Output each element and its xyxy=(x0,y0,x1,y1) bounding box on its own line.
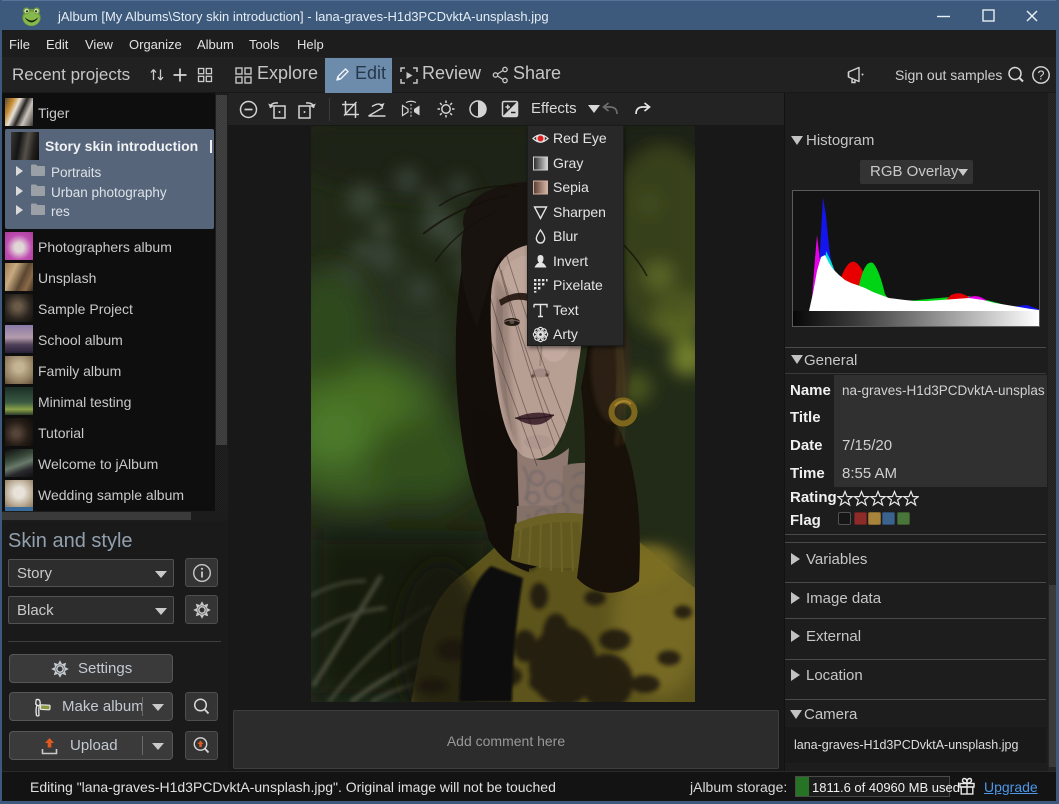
svg-text:?: ? xyxy=(1038,69,1045,83)
